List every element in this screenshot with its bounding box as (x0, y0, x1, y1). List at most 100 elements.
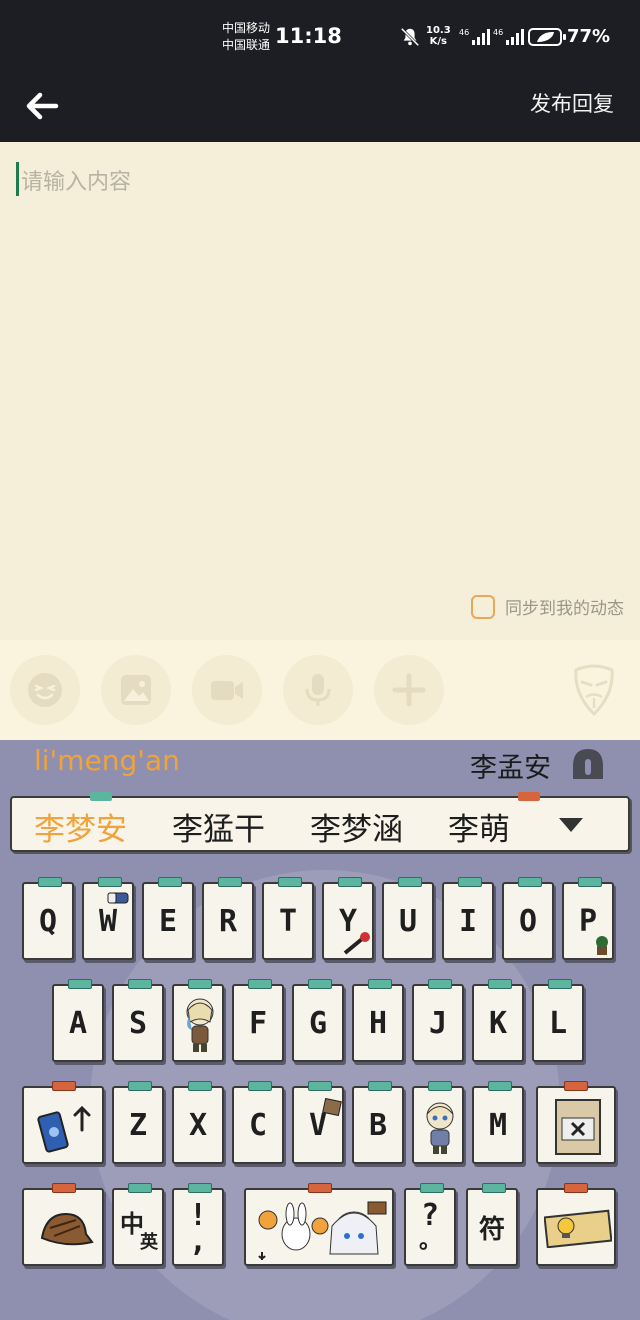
key-b[interactable]: B (352, 1081, 404, 1164)
image-button[interactable] (101, 655, 171, 725)
video-button[interactable] (192, 655, 262, 725)
tape-decor (52, 1183, 76, 1193)
shift-key[interactable] (22, 1081, 104, 1164)
key-u[interactable]: U (382, 877, 434, 960)
tape-decor (488, 1081, 512, 1091)
key-c[interactable]: C (232, 1081, 284, 1164)
tape-decor (488, 979, 512, 989)
emoji-button[interactable] (10, 655, 80, 725)
key-p[interactable]: P (562, 877, 614, 960)
key-k[interactable]: K (472, 979, 524, 1062)
carrier-labels: 中国移动 中国联通 (222, 20, 270, 54)
key-l[interactable]: L (532, 979, 584, 1062)
arrow-left-icon[interactable] (22, 86, 62, 126)
key-label: W (98, 903, 118, 939)
tape-decor (564, 1081, 588, 1091)
key-o[interactable]: O (502, 877, 554, 960)
symbols-key[interactable]: 符 (466, 1183, 518, 1266)
voice-button[interactable] (283, 655, 353, 725)
expand-candidates-icon[interactable] (558, 816, 584, 834)
anonymous-mask-icon[interactable] (572, 664, 616, 716)
carrier-1: 中国移动 (222, 21, 271, 35)
key-v[interactable]: V (292, 1081, 344, 1164)
tape-decor (278, 877, 302, 887)
qmark-bottom-label: 。 (418, 1229, 441, 1254)
reply-editor[interactable]: 请输入内容 同步到我的动态 (0, 142, 640, 640)
hat-sticker-icon (40, 1212, 94, 1246)
lang-alt-label: 英 (140, 1232, 158, 1253)
tape-decor (548, 979, 572, 989)
tape-decor (428, 979, 452, 989)
key-label: E (158, 903, 178, 939)
key-label: Q (38, 903, 58, 939)
tape-decor (128, 1081, 152, 1091)
question-key[interactable]: ? 。 (404, 1183, 456, 1266)
keyboard-logo-icon[interactable] (570, 746, 606, 782)
sync-checkbox[interactable] (471, 594, 495, 619)
tape-decor (218, 877, 242, 887)
key-w[interactable]: W (82, 877, 134, 960)
candidate-2[interactable]: 李猛干 (172, 804, 265, 849)
compose-toolbar (0, 640, 640, 740)
candidate-3[interactable]: 李梦涵 (310, 804, 403, 849)
key-label: J (428, 1005, 448, 1041)
key-e[interactable]: E (142, 877, 194, 960)
key-y[interactable]: Y (322, 877, 374, 960)
note-sticker-icon (322, 1098, 342, 1116)
key-label: H (368, 1005, 388, 1041)
signal-icon-2: 46 (493, 28, 524, 45)
plus-icon (392, 673, 426, 707)
confirm-key[interactable] (536, 1183, 616, 1266)
key-i[interactable]: I (442, 877, 494, 960)
key-label: T (278, 903, 298, 939)
content-input-placeholder[interactable]: 请输入内容 (21, 164, 131, 196)
more-button[interactable] (374, 655, 444, 725)
top-app-bar: 发布回复 (0, 76, 640, 142)
carrier-2: 中国联通 (222, 38, 271, 52)
tape-decor (368, 979, 392, 989)
key-a[interactable]: A (52, 979, 104, 1062)
microphone-icon (305, 674, 331, 706)
key-label: A (68, 1005, 88, 1041)
space-key[interactable] (244, 1183, 394, 1266)
lang-switch-key[interactable]: 中 英 (112, 1183, 164, 1266)
key-q[interactable]: Q (22, 877, 74, 960)
delete-key[interactable] (536, 1081, 616, 1164)
candidate-4[interactable]: 李萌 (448, 804, 510, 849)
tape-decor (38, 877, 62, 887)
key-z[interactable]: Z (112, 1081, 164, 1164)
key-g[interactable]: G (292, 979, 344, 1062)
candidate-1[interactable]: 李梦安 (34, 804, 127, 849)
sync-to-feed-option[interactable]: 同步到我的动态 (471, 594, 624, 619)
tape-decor (518, 877, 542, 887)
signal-icon-1: 46 (459, 28, 490, 45)
key-s[interactable]: S (112, 979, 164, 1062)
shift-arrow-icon (37, 1105, 91, 1153)
key-r[interactable]: R (202, 877, 254, 960)
punctuation-key[interactable]: ! , (172, 1183, 224, 1266)
key-j[interactable]: J (412, 979, 464, 1062)
space-character-sticker (258, 1201, 387, 1260)
tape-decor (458, 877, 482, 887)
key-f[interactable]: F (232, 979, 284, 1062)
status-bar: 中国移动 中国联通 11:18 10.3 K/s 46 46 77% (0, 0, 640, 76)
sync-label: 同步到我的动态 (505, 599, 624, 619)
key-n-character-sticker[interactable] (412, 1081, 464, 1164)
tape-decor (428, 1081, 452, 1091)
key-h[interactable]: H (352, 979, 404, 1062)
emoji-keyboard-key[interactable] (22, 1183, 104, 1266)
symbols-label: 符 (478, 1214, 505, 1245)
tape-decor (248, 1081, 272, 1091)
key-t[interactable]: T (262, 877, 314, 960)
tape-decor (248, 979, 272, 989)
key-x[interactable]: X (172, 1081, 224, 1164)
phrase-hint[interactable]: 李孟安 (470, 746, 551, 785)
key-m[interactable]: M (472, 1081, 524, 1164)
key-d-character-sticker[interactable] (172, 979, 224, 1062)
tape-decor (188, 979, 212, 989)
signal-1-label: 46 (459, 28, 469, 37)
network-speed-value: 10.3 (426, 25, 451, 36)
signal-2-label: 46 (493, 28, 503, 37)
chibi-character-sticker (186, 998, 214, 1052)
publish-reply-button[interactable]: 发布回复 (530, 88, 614, 118)
